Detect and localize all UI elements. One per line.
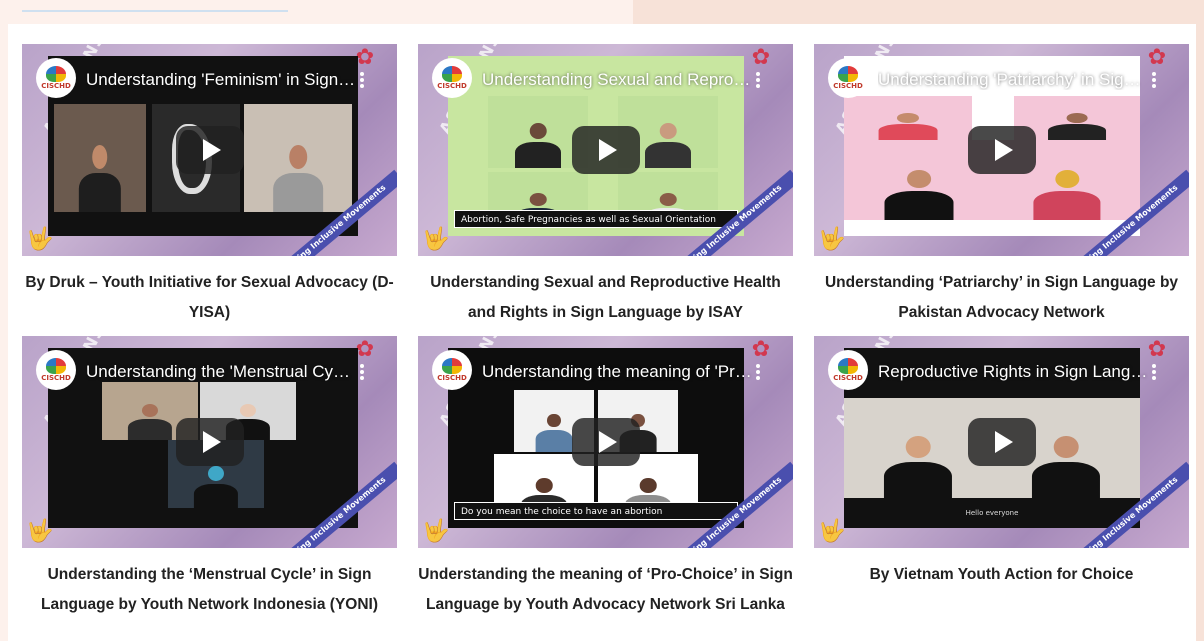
video-title[interactable]: Understanding the 'Menstrual Cycle' in S… — [86, 362, 357, 382]
video-title[interactable]: Understanding 'Patriarchy' in Sign Langu… — [878, 70, 1149, 90]
play-button[interactable] — [967, 126, 1036, 174]
video-subtitle: Hello everyone — [844, 498, 1140, 528]
play-button[interactable] — [571, 126, 640, 174]
video-subtitle: Abortion, Safe Pregnancies as well as Se… — [454, 210, 738, 228]
play-icon — [202, 139, 221, 161]
kebab-menu-icon[interactable] — [751, 69, 765, 91]
video-title[interactable]: Understanding Sexual and Reproductive He… — [482, 70, 753, 90]
channel-logo-icon[interactable]: CISCHD — [828, 350, 868, 390]
video-card: ASAP CANS ✿ CISCHD Understanding the 'Me… — [22, 336, 397, 620]
video-caption[interactable]: Understanding ‘Patriarchy’ in Sign Langu… — [814, 268, 1189, 328]
hand-sign-icon: 🤟 — [26, 519, 54, 544]
video-card: ASAP CANS ✿ CISCHD Understanding 'Femini… — [22, 44, 397, 328]
flower-icon: ✿ — [751, 45, 771, 70]
play-icon — [202, 431, 221, 453]
left-margin — [0, 24, 8, 641]
channel-logo-icon[interactable]: CISCHD — [828, 58, 868, 98]
video-card: ASAP CANS ✿ Hello everyone CISCHD Reprod… — [814, 336, 1189, 590]
video-title[interactable]: Reproductive Rights in Sign Language by … — [878, 362, 1149, 382]
top-band-left — [0, 0, 633, 24]
flower-icon: ✿ — [1147, 45, 1167, 70]
channel-logo-icon[interactable]: CISCHD — [36, 58, 76, 98]
video-thumbnail[interactable]: ASAP CANS ✿ Hello everyone CISCHD Reprod… — [814, 336, 1189, 548]
video-title[interactable]: Understanding 'Feminism' in Sign Languag… — [86, 70, 357, 90]
top-band — [0, 0, 1204, 24]
hand-sign-icon: 🤟 — [818, 519, 846, 544]
play-button[interactable] — [571, 418, 640, 466]
video-thumbnail[interactable]: ASAP CANS ✿ CISCHD Understand — [814, 44, 1189, 256]
channel-logo-icon[interactable]: CISCHD — [36, 350, 76, 390]
kebab-menu-icon[interactable] — [751, 361, 765, 383]
hand-sign-icon: 🤟 — [422, 227, 450, 252]
video-thumbnail[interactable]: ASAP CANS ✿ Do you mean the choice to ha… — [418, 336, 793, 548]
video-caption[interactable]: By Vietnam Youth Action for Choice — [814, 560, 1189, 590]
top-accent-line — [22, 10, 288, 12]
play-button[interactable] — [967, 418, 1036, 466]
play-icon — [994, 431, 1013, 453]
play-icon — [994, 139, 1013, 161]
video-thumbnail[interactable]: ASAP CANS ✿ CISCHD Understanding the 'Me… — [22, 336, 397, 548]
hand-sign-icon: 🤟 — [26, 227, 54, 252]
video-caption[interactable]: By Druk – Youth Initiative for Sexual Ad… — [22, 268, 397, 328]
play-button[interactable] — [175, 126, 244, 174]
video-thumbnail[interactable]: ASAP CANS ✿ CISCHD Understanding 'Femini… — [22, 44, 397, 256]
video-caption[interactable]: Understanding the meaning of ‘Pro-Choice… — [418, 560, 793, 620]
video-title[interactable]: Understanding the meaning of 'Pro-Choice… — [482, 362, 753, 382]
play-icon — [598, 139, 617, 161]
top-band-right — [633, 0, 1204, 24]
play-button[interactable] — [175, 418, 244, 466]
kebab-menu-icon[interactable] — [1147, 361, 1161, 383]
video-card: ASAP CANS ✿ CISCHD Understand — [814, 44, 1189, 328]
kebab-menu-icon[interactable] — [355, 361, 369, 383]
video-card: ASAP CANS ✿ Do you mean the choice to ha… — [418, 336, 793, 620]
kebab-menu-icon[interactable] — [355, 69, 369, 91]
video-subtitle: Do you mean the choice to have an aborti… — [454, 502, 738, 520]
video-caption[interactable]: Understanding the ‘Menstrual Cycle’ in S… — [22, 560, 397, 620]
channel-logo-icon[interactable]: CISCHD — [432, 58, 472, 98]
play-icon — [598, 431, 617, 453]
hand-sign-icon: 🤟 — [818, 227, 846, 252]
right-margin — [1196, 24, 1204, 641]
video-caption[interactable]: Understanding Sexual and Reproductive He… — [418, 268, 793, 328]
flower-icon: ✿ — [1147, 337, 1167, 362]
video-card: ASAP CANS ✿ Abortion, Safe Pregnancies a… — [418, 44, 793, 328]
kebab-menu-icon[interactable] — [1147, 69, 1161, 91]
video-thumbnail[interactable]: ASAP CANS ✿ Abortion, Safe Pregnancies a… — [418, 44, 793, 256]
flower-icon: ✿ — [751, 337, 771, 362]
channel-logo-icon[interactable]: CISCHD — [432, 350, 472, 390]
hand-sign-icon: 🤟 — [422, 519, 450, 544]
